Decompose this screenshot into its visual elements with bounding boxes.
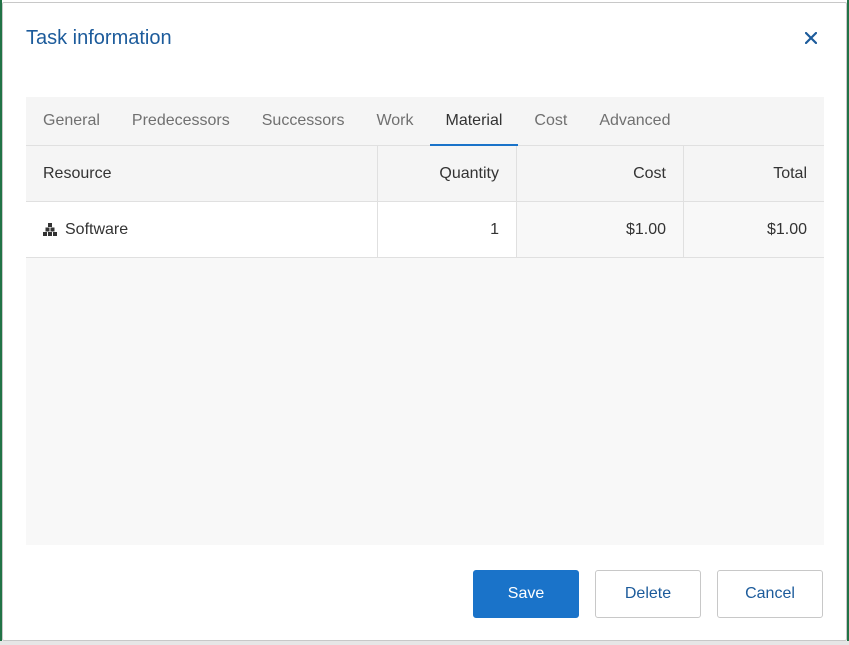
tab-work[interactable]: Work [376,97,413,146]
tab-predecessors[interactable]: Predecessors [132,97,230,146]
resource-name: Software [65,220,129,238]
close-icon [805,32,817,44]
task-information-dialog: Task information General Predecessors Su… [2,2,847,641]
cost-cell: $1.00 [517,202,684,257]
cancel-button[interactable]: Cancel [717,570,823,618]
column-header-total[interactable]: Total [684,146,824,201]
table-row[interactable]: Software 1 $1.00 $1.00 [26,202,824,258]
background-window-edge [0,641,849,645]
material-grid: Resource Quantity Cost Total Software 1 … [26,146,824,258]
tab-successors[interactable]: Successors [262,97,345,146]
tab-panel: General Predecessors Successors Work Mat… [26,97,824,545]
save-button[interactable]: Save [473,570,579,618]
delete-button[interactable]: Delete [595,570,701,618]
grid-header-row: Resource Quantity Cost Total [26,146,824,202]
tab-material[interactable]: Material [429,97,519,147]
tab-general[interactable]: General [43,97,100,146]
tab-cost[interactable]: Cost [534,97,567,146]
tab-advanced[interactable]: Advanced [599,97,670,146]
total-cell: $1.00 [684,202,824,257]
tab-bar: General Predecessors Successors Work Mat… [26,97,824,147]
resource-cell[interactable]: Software [26,202,378,257]
resource-hierarchy-icon [43,223,57,236]
dialog-title: Task information [26,27,172,49]
column-header-quantity[interactable]: Quantity [378,146,517,201]
column-header-cost[interactable]: Cost [517,146,684,201]
close-button[interactable] [800,27,822,49]
quantity-cell[interactable]: 1 [378,202,517,257]
column-header-resource[interactable]: Resource [26,146,378,201]
